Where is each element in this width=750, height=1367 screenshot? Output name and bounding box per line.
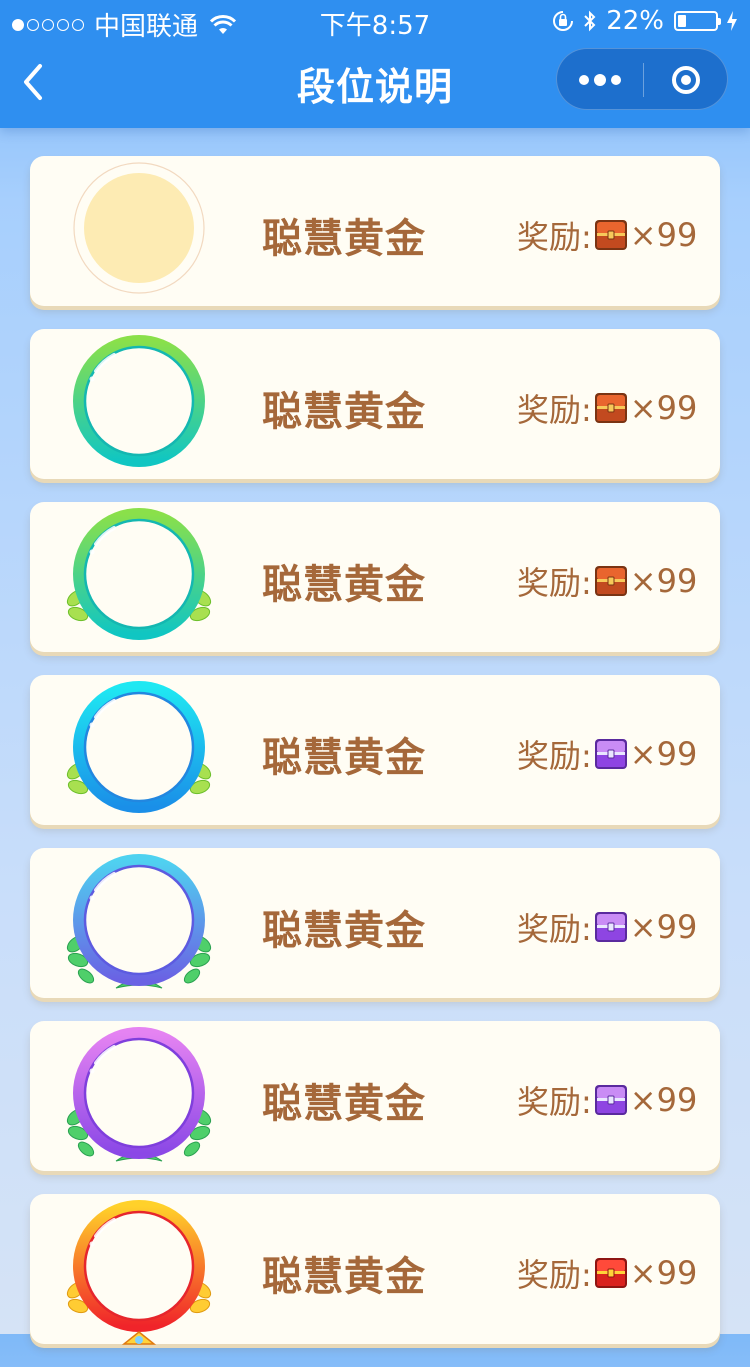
reward: 奖励: ×99: [517, 904, 697, 950]
reward-label: 奖励:: [517, 910, 592, 948]
reward: 奖励: ×99: [517, 558, 697, 604]
wooden-chest-icon: [594, 220, 627, 250]
rank-card[interactable]: 聪慧黄金 奖励: ×99: [30, 156, 720, 306]
rank-badge-icon: [66, 1200, 212, 1345]
reward: 奖励: ×99: [517, 1077, 697, 1123]
rank-badge-icon: [66, 508, 212, 640]
reward-label: 奖励:: [517, 1083, 592, 1121]
rank-title: 聪慧黄金: [262, 1081, 426, 1127]
rank-badge-icon: [73, 162, 205, 294]
purple-chest-icon: [594, 739, 627, 769]
rank-title: 聪慧黄金: [262, 389, 426, 435]
reward: 奖励: ×99: [517, 212, 697, 258]
reward-count: ×99: [629, 216, 698, 254]
rank-title: 聪慧黄金: [262, 562, 426, 608]
rank-card[interactable]: 聪慧黄金 奖励: ×99: [30, 848, 720, 998]
more-dots-icon: [579, 75, 589, 85]
reward-count: ×99: [629, 908, 698, 946]
reward-count: ×99: [629, 562, 698, 600]
reward-label: 奖励:: [517, 737, 592, 775]
rank-badge-icon: [66, 1027, 212, 1162]
reward-label: 奖励:: [517, 391, 592, 429]
bluetooth-icon: [584, 10, 596, 32]
reward-label: 奖励:: [517, 564, 592, 602]
wooden-chest-icon: [594, 393, 627, 423]
red-gold-chest-icon: [594, 1258, 627, 1288]
reward: 奖励: ×99: [517, 385, 697, 431]
reward-label: 奖励:: [517, 1256, 592, 1294]
reward-count: ×99: [629, 1254, 698, 1292]
purple-chest-icon: [594, 912, 627, 942]
miniprogram-capsule: [556, 48, 728, 110]
rank-title: 聪慧黄金: [262, 216, 426, 262]
target-circle-icon: [672, 66, 700, 94]
reward-label: 奖励:: [517, 218, 592, 256]
rank-title: 聪慧黄金: [262, 735, 426, 781]
rank-card[interactable]: 聪慧黄金 奖励: ×99: [30, 329, 720, 479]
rank-title: 聪慧黄金: [262, 908, 426, 954]
battery-percent: 22%: [606, 6, 664, 36]
close-button[interactable]: [644, 49, 728, 111]
status-bar: 中国联通 下午8:57 22%: [0, 0, 750, 42]
rank-card[interactable]: 聪慧黄金 奖励: ×99: [30, 675, 720, 825]
more-button[interactable]: [557, 49, 643, 111]
charging-icon: [727, 11, 737, 31]
rotation-lock-icon: [553, 11, 574, 31]
reward-count: ×99: [629, 1081, 698, 1119]
reward: 奖励: ×99: [517, 731, 697, 777]
battery-icon: [674, 11, 721, 31]
reward-count: ×99: [629, 735, 698, 773]
rank-badge-icon: [66, 854, 212, 989]
app-header: 中国联通 下午8:57 22% 段位说明: [0, 0, 750, 128]
rank-badge-icon: [73, 335, 205, 467]
rank-badge-icon: [66, 681, 212, 813]
rank-card[interactable]: 聪慧黄金 奖励: ×99: [30, 1194, 720, 1345]
rank-card[interactable]: 聪慧黄金 奖励: ×99: [30, 502, 720, 652]
rank-title: 聪慧黄金: [262, 1254, 426, 1300]
purple-chest-icon: [594, 1085, 627, 1115]
reward: 奖励: ×99: [517, 1250, 697, 1296]
rank-card[interactable]: 聪慧黄金 奖励: ×99: [30, 1021, 720, 1171]
reward-count: ×99: [629, 389, 698, 427]
wooden-chest-icon: [594, 566, 627, 596]
rank-list: 聪慧黄金 奖励: ×99 聪慧黄金 奖励: ×99 聪慧黄金 奖励: ×99 聪…: [30, 156, 720, 1367]
nav-bar: 段位说明: [0, 40, 750, 128]
